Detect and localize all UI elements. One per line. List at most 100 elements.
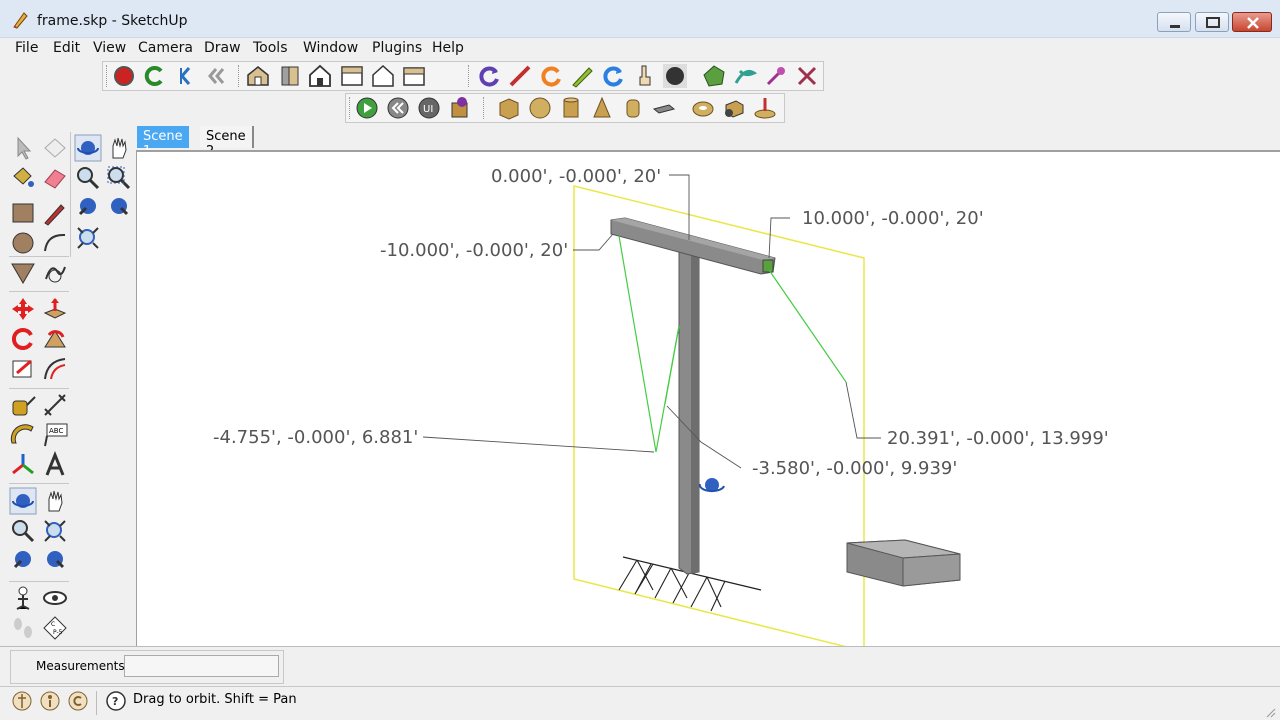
pushpin-icon[interactable]: [752, 95, 778, 121]
eraser-icon[interactable]: [41, 164, 69, 192]
arc-icon[interactable]: [41, 229, 69, 257]
resize-grip-icon[interactable]: [1264, 706, 1276, 718]
play-icon[interactable]: [354, 95, 380, 121]
pin-icon[interactable]: [763, 63, 789, 89]
line-icon[interactable]: [507, 63, 533, 89]
menu-tools[interactable]: Tools: [253, 40, 288, 56]
right-view-icon[interactable]: [277, 63, 303, 89]
measurements-input[interactable]: [124, 655, 279, 677]
toolbar-grip[interactable]: [106, 65, 109, 87]
pan-icon[interactable]: [41, 487, 69, 515]
top-view-icon[interactable]: [339, 63, 365, 89]
rewind2-icon[interactable]: [385, 95, 411, 121]
help-icon[interactable]: ?: [105, 690, 127, 712]
zoom-window-icon[interactable]: [105, 164, 133, 192]
circle-dark-icon[interactable]: [662, 63, 688, 89]
cross-icon[interactable]: [794, 63, 820, 89]
walk-icon[interactable]: [9, 614, 37, 642]
hand-point-icon[interactable]: [631, 63, 657, 89]
plate-icon[interactable]: [651, 95, 677, 121]
sphere-icon[interactable]: [527, 95, 553, 121]
green-shape-icon[interactable]: [701, 63, 727, 89]
pan-hand-icon[interactable]: [105, 134, 133, 162]
front-view-icon[interactable]: [307, 63, 333, 89]
pencil-icon[interactable]: [41, 199, 69, 227]
freehand-icon[interactable]: [41, 259, 69, 287]
menu-edit[interactable]: Edit: [53, 40, 80, 56]
next-icon[interactable]: [41, 547, 69, 575]
cone-icon[interactable]: [589, 95, 615, 121]
circle-icon[interactable]: [9, 229, 37, 257]
polygon-icon[interactable]: [9, 259, 37, 287]
orbit-purple-icon[interactable]: [476, 63, 502, 89]
toolbar-grip[interactable]: [483, 97, 486, 119]
tape-measure-icon[interactable]: [9, 391, 37, 419]
scene-tab-2[interactable]: Scene 2: [200, 126, 254, 159]
solid-icon[interactable]: [721, 95, 747, 121]
orbit-icon[interactable]: [9, 487, 37, 515]
make-component-icon[interactable]: [41, 134, 69, 162]
section-plane-icon[interactable]: C P-5: [41, 614, 69, 642]
plugin-icon[interactable]: [447, 95, 473, 121]
redo-icon[interactable]: [141, 63, 167, 89]
position-camera-icon[interactable]: [9, 584, 37, 612]
menu-draw[interactable]: Draw: [204, 40, 241, 56]
axes-icon[interactable]: [9, 451, 37, 479]
text-icon[interactable]: ABC: [41, 421, 69, 449]
cylinder-icon[interactable]: [558, 95, 584, 121]
next-view-icon[interactable]: [105, 194, 133, 222]
house-outline-icon[interactable]: [370, 63, 396, 89]
previous-icon[interactable]: [9, 547, 37, 575]
previous-view-icon[interactable]: [74, 194, 102, 222]
orbit-tool-icon[interactable]: [74, 134, 102, 162]
rotate-blue-icon[interactable]: [600, 63, 626, 89]
3d-text-icon[interactable]: [41, 451, 69, 479]
zoom-extents-tool-icon[interactable]: [41, 517, 69, 545]
copyright-icon[interactable]: [67, 690, 89, 712]
cube-icon[interactable]: [496, 95, 522, 121]
push-pull-icon[interactable]: [41, 295, 69, 323]
look-around-icon[interactable]: [41, 584, 69, 612]
zoom-tool-icon[interactable]: [9, 517, 37, 545]
model-viewport[interactable]: 0.000', -0.000', 20' 10.000', -0.000', 2…: [136, 150, 1280, 648]
torus-icon[interactable]: [690, 95, 716, 121]
dimension-icon[interactable]: [41, 391, 69, 419]
pencil-green-icon[interactable]: [569, 63, 595, 89]
minimize-button[interactable]: [1157, 12, 1191, 32]
menu-window[interactable]: Window: [303, 40, 358, 56]
zoom-icon[interactable]: [74, 164, 102, 192]
zoom-extents-icon[interactable]: [74, 224, 102, 252]
credits-icon[interactable]: [39, 690, 61, 712]
follow-me-icon[interactable]: [41, 325, 69, 353]
geo-location-icon[interactable]: [11, 690, 33, 712]
record-icon[interactable]: [111, 63, 137, 89]
select-arrow-icon[interactable]: [9, 134, 37, 162]
menu-view[interactable]: View: [93, 40, 126, 56]
spiral-icon[interactable]: [732, 63, 758, 89]
tube-icon[interactable]: [620, 95, 646, 121]
close-button[interactable]: [1232, 12, 1272, 32]
menu-file[interactable]: File: [15, 40, 38, 56]
back-view-icon[interactable]: [401, 63, 427, 89]
scale-icon[interactable]: [9, 355, 37, 383]
ui-icon[interactable]: UI: [416, 95, 442, 121]
scene-tab-1[interactable]: Scene 1: [137, 126, 189, 159]
protractor-icon[interactable]: [9, 421, 37, 449]
svg-text:UI: UI: [423, 104, 433, 115]
rotate-icon[interactable]: [9, 325, 37, 353]
toolbar-grip[interactable]: [349, 97, 352, 119]
rewind-icon[interactable]: [203, 63, 229, 89]
rectangle-icon[interactable]: [9, 199, 37, 227]
rotate-orange-icon[interactable]: [538, 63, 564, 89]
toolbar-grip[interactable]: [468, 65, 471, 87]
back-icon[interactable]: [173, 63, 199, 89]
offset-icon[interactable]: [41, 355, 69, 383]
menu-camera[interactable]: Camera: [138, 40, 193, 56]
toolbar-grip[interactable]: [238, 65, 241, 87]
menu-plugins[interactable]: Plugins: [372, 40, 422, 56]
iso-view-icon[interactable]: [245, 63, 271, 89]
menu-help[interactable]: Help: [432, 40, 464, 56]
move-icon[interactable]: [9, 295, 37, 323]
paint-bucket-icon[interactable]: [9, 164, 37, 192]
maximize-button[interactable]: [1195, 12, 1229, 32]
